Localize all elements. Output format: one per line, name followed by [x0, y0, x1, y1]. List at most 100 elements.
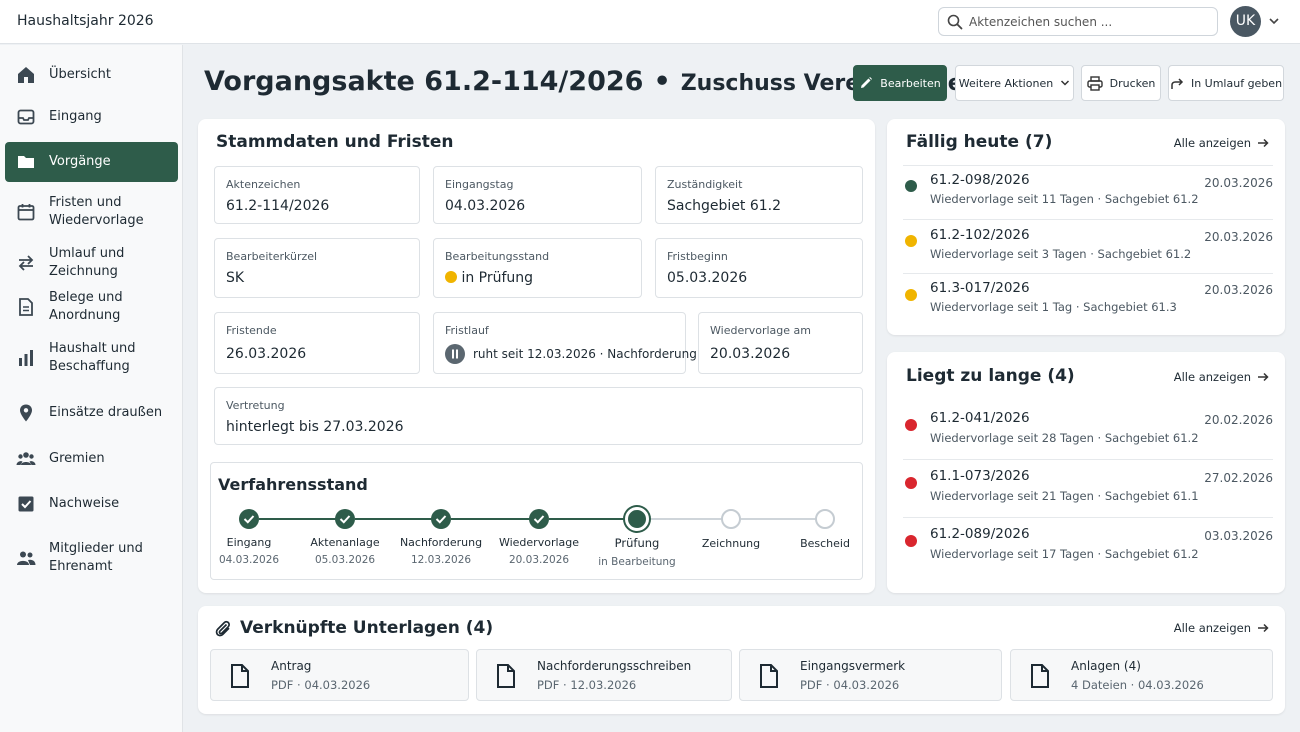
more-actions-label: Weitere Aktionen	[958, 76, 1054, 90]
search-input[interactable]	[969, 12, 1209, 32]
print-button[interactable]: Drucken	[1081, 65, 1161, 101]
sidebar-item-einsaetze[interactable]: Einsätze draußen	[5, 395, 178, 431]
step-date: 20.03.2026	[508, 554, 570, 566]
show-all-link[interactable]: Alle anzeigen	[1174, 136, 1269, 150]
unterlagen-title: Verknüpfte Unterlagen (4)	[240, 618, 494, 638]
sidebar-item-fristen[interactable]: Fristen und Wiedervorlage	[5, 187, 178, 237]
item-sub: Wiedervorlage seit 1 Tag · Sachgebiet 61…	[930, 300, 1177, 314]
sidebar-item-vorgaenge[interactable]: Vorgänge	[5, 142, 178, 182]
step-node-eingang	[239, 509, 259, 529]
step-connector	[549, 518, 627, 520]
circulate-button-label: In Umlauf geben	[1190, 76, 1283, 90]
file-icon	[760, 664, 778, 688]
field-vertretung: Vertretung hinterlegt bis 27.03.2026	[214, 387, 863, 445]
inbox-icon	[17, 109, 35, 125]
folder-icon	[18, 156, 34, 168]
item-sub: Wiedervorlage seit 28 Tagen · Sachgebiet…	[930, 431, 1199, 445]
sidebar: Übersicht Eingang Vorgänge Fristen und W…	[0, 45, 183, 732]
status-dot	[445, 271, 457, 283]
sidebar-item-mitglieder[interactable]: Mitglieder und Ehrenamt	[5, 533, 178, 583]
print-button-label: Drucken	[1109, 76, 1156, 90]
sidebar-item-label: Gremien	[49, 451, 105, 466]
step-node-nachforderung	[431, 509, 451, 529]
item-date: 20.03.2026	[1204, 176, 1273, 190]
edit-button[interactable]: Bearbeiten	[853, 65, 947, 101]
stammdaten-card: Stammdaten und Fristen Aktenzeichen 61.2…	[198, 119, 875, 593]
arrow-right-icon	[1258, 372, 1269, 382]
file-icon	[231, 664, 249, 688]
attachment-card[interactable]: Anlagen (4) 4 Dateien · 04.03.2026	[1010, 649, 1273, 701]
show-all-label: Alle anzeigen	[1173, 136, 1251, 150]
field-label: Aktenzeichen	[226, 178, 301, 191]
sidebar-item-eingang[interactable]: Eingang	[5, 99, 178, 135]
forward-icon	[1171, 77, 1184, 89]
liegt-zu-lange-card: Liegt zu lange (4) Alle anzeigen 61.2-04…	[887, 352, 1285, 593]
item-id: 61.2-089/2026	[930, 526, 1030, 542]
field-value: in Prüfung	[461, 270, 534, 286]
status-dot	[905, 235, 917, 247]
step-node-zeichnung	[721, 509, 741, 529]
sidebar-item-label: Mitglieder und Ehrenamt	[49, 541, 143, 574]
edit-button-label: Bearbeiten	[880, 76, 941, 90]
step-label: Zeichnung	[701, 537, 761, 550]
step-node-aktenanlage	[335, 509, 355, 529]
field-label: Eingangstag	[445, 178, 514, 191]
step-date: in Bearbeitung	[598, 556, 676, 568]
field-wiedervorlage: Wiedervorlage am 20.03.2026	[698, 312, 863, 374]
overdue-list-item[interactable]: 61.1-073/2026 Wiedervorlage seit 21 Tage…	[903, 459, 1273, 517]
field-zustaendigkeit: Zuständigkeit Sachgebiet 61.2	[655, 166, 863, 224]
field-label: Bearbeitungsstand	[445, 250, 550, 263]
attachment-meta: PDF · 04.03.2026	[800, 678, 900, 692]
check-icon	[243, 515, 255, 524]
step-date: 04.03.2026	[218, 554, 280, 566]
step-date: 05.03.2026	[314, 554, 376, 566]
field-eingangstag: Eingangstag 04.03.2026	[433, 166, 642, 224]
show-all-link[interactable]: Alle anzeigen	[1174, 370, 1269, 384]
overdue-list-item[interactable]: 61.2-041/2026 Wiedervorlage seit 28 Tage…	[903, 401, 1273, 459]
field-bearbeitungsstand: Bearbeitungsstand in Prüfung	[433, 238, 642, 298]
avatar[interactable]: UK	[1230, 6, 1261, 37]
status-dot	[905, 535, 917, 547]
attachment-card[interactable]: Antrag PDF · 04.03.2026	[210, 649, 469, 701]
app-title: Haushaltsjahr 2026	[17, 13, 154, 29]
overdue-list-item[interactable]: 61.2-089/2026 Wiedervorlage seit 17 Tage…	[903, 517, 1273, 575]
item-id: 61.2-041/2026	[930, 410, 1030, 426]
field-value: 20.03.2026	[710, 346, 791, 362]
stammdaten-title: Stammdaten und Fristen	[216, 132, 454, 152]
item-sub: Wiedervorlage seit 17 Tagen · Sachgebiet…	[930, 547, 1199, 561]
attachment-name: Anlagen (4)	[1071, 659, 1141, 673]
chevron-down-icon[interactable]	[1268, 16, 1280, 26]
sidebar-item-haushalt[interactable]: Haushalt und Beschaffung	[5, 333, 178, 383]
circulate-button[interactable]: In Umlauf geben	[1168, 65, 1284, 101]
sidebar-item-uebersicht[interactable]: Übersicht	[5, 57, 178, 93]
field-bearbeiterkuerzel: Bearbeiterkürzel SK	[214, 238, 420, 298]
sidebar-item-umlauf[interactable]: Umlauf und Zeichnung	[5, 245, 178, 281]
attachment-name: Nachforderungsschreiben	[537, 659, 692, 673]
field-value-wrap: ruht seit 12.03.2026 · Nachforderung	[445, 344, 697, 364]
step-connector	[451, 518, 536, 520]
field-label: Bearbeiterkürzel	[226, 250, 318, 263]
field-value: 26.03.2026	[226, 346, 307, 362]
attachment-card[interactable]: Nachforderungsschreiben PDF · 12.03.2026	[476, 649, 732, 701]
due-list-item[interactable]: 61.2-098/2026 Wiedervorlage seit 11 Tage…	[903, 165, 1273, 219]
document-icon	[19, 298, 33, 316]
bar-chart-icon	[19, 350, 33, 366]
due-list-item[interactable]: 61.2-102/2026 Wiedervorlage seit 3 Tagen…	[903, 219, 1273, 273]
due-list-item[interactable]: 61.3-017/2026 Wiedervorlage seit 1 Tag ·…	[903, 273, 1273, 327]
search-box[interactable]	[938, 7, 1218, 36]
attachment-meta: PDF · 04.03.2026	[271, 678, 371, 692]
sidebar-item-belege[interactable]: Belege und Anordnung	[5, 289, 178, 325]
show-all-label: Alle anzeigen	[1173, 621, 1251, 635]
more-actions-button[interactable]: Weitere Aktionen	[955, 65, 1074, 101]
sidebar-item-nachweise[interactable]: Nachweise	[5, 486, 178, 522]
step-date: 12.03.2026	[410, 554, 472, 566]
sidebar-item-label: Fristen und Wiedervorlage	[49, 195, 144, 228]
field-value: 04.03.2026	[445, 198, 526, 214]
location-pin-icon	[20, 404, 32, 422]
step-label: Bescheid	[800, 537, 850, 550]
show-all-link[interactable]: Alle anzeigen	[1174, 621, 1269, 635]
attachment-card[interactable]: Eingangsvermerk PDF · 04.03.2026	[739, 649, 1002, 701]
field-label: Fristlauf	[445, 324, 489, 337]
sidebar-item-gremien[interactable]: Gremien	[5, 441, 178, 477]
sidebar-item-label: Nachweise	[49, 496, 120, 511]
